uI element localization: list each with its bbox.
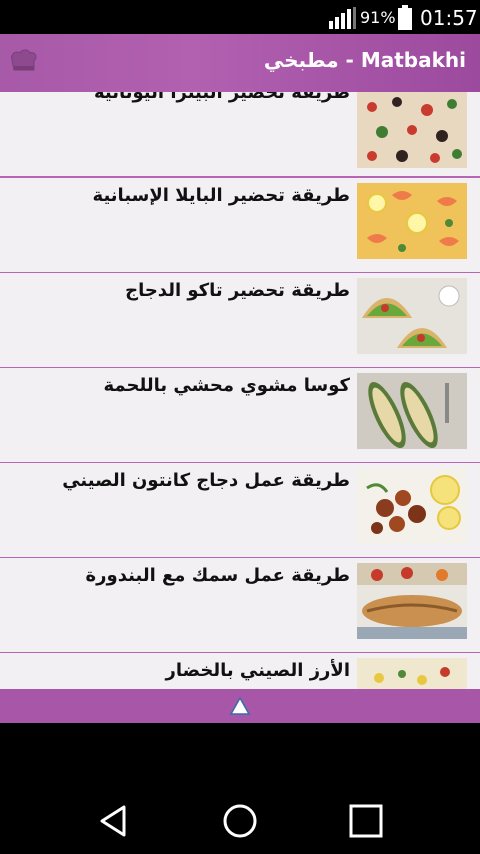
recipe-thumbnail: [357, 468, 467, 544]
recipe-title: طريقة تحضير البايلا الإسبانية: [92, 185, 350, 206]
app-title: مطبخي - Matbakhi: [263, 48, 466, 72]
recipe-thumbnail: [357, 373, 467, 449]
chef-hat-icon[interactable]: [8, 48, 38, 74]
system-nav-bar: [0, 723, 480, 854]
clock: 01:57: [420, 6, 478, 30]
home-icon[interactable]: [222, 803, 258, 839]
recipe-thumbnail: [357, 92, 467, 168]
recipe-list[interactable]: طريقة تحضير البيتزا اليونانية طريقة تحضي…: [0, 92, 480, 689]
battery-percent: 91%: [360, 8, 396, 27]
recipe-title: طريقة عمل سمك مع البندورة: [85, 565, 350, 586]
back-icon[interactable]: [96, 803, 132, 839]
recipe-thumbnail: [357, 563, 467, 639]
recipe-title: كوسا مشوي محشي باللحمة: [103, 375, 350, 396]
recipe-title: طريقة عمل دجاج كانتون الصيني: [62, 470, 350, 491]
recipe-item[interactable]: كوسا مشوي محشي باللحمة: [0, 368, 480, 464]
recipe-thumbnail: [357, 183, 467, 259]
signal-icon: [329, 7, 356, 29]
recipe-item[interactable]: طريقة عمل سمك مع البندورة: [0, 558, 480, 654]
recipe-thumbnail: [357, 658, 467, 689]
app-bar: مطبخي - Matbakhi: [0, 34, 480, 92]
scroll-up-icon[interactable]: [230, 697, 250, 715]
recipe-title: طريقة تحضير البيتزا اليونانية: [93, 92, 350, 103]
recipe-item[interactable]: الأرز الصيني بالخضار: [0, 653, 480, 689]
recipe-title: الأرز الصيني بالخضار: [165, 660, 350, 681]
recipe-item[interactable]: طريقة تحضير البايلا الإسبانية: [0, 178, 480, 274]
recipe-thumbnail: [357, 278, 467, 354]
recipe-item[interactable]: طريقة تحضير تاكو الدجاج: [0, 273, 480, 369]
recents-icon[interactable]: [348, 803, 384, 839]
recipe-item[interactable]: طريقة تحضير البيتزا اليونانية: [0, 92, 480, 178]
status-bar: 91% 01:57: [0, 0, 480, 34]
recipe-title: طريقة تحضير تاكو الدجاج: [125, 280, 350, 301]
recipe-item[interactable]: طريقة عمل دجاج كانتون الصيني: [0, 463, 480, 559]
battery-icon: [398, 5, 412, 30]
bottom-bar: [0, 689, 480, 723]
